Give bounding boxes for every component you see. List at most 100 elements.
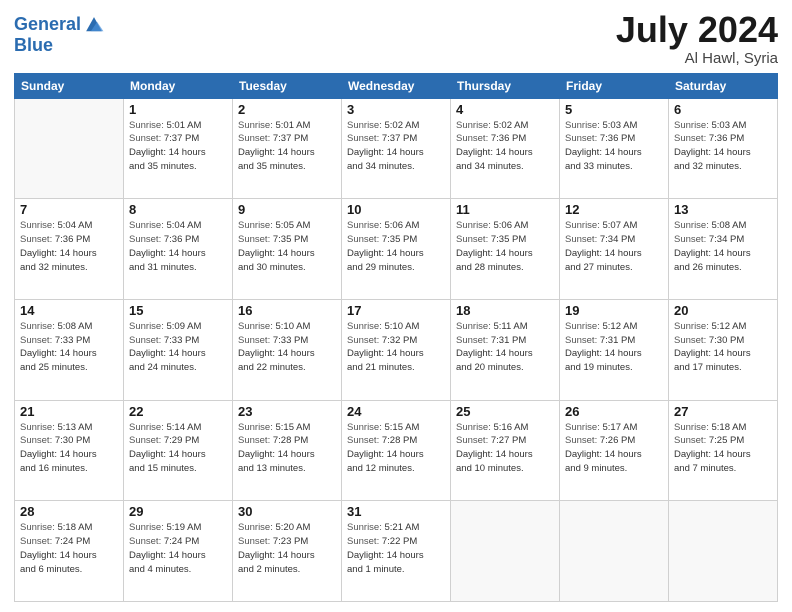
calendar-cell (669, 501, 778, 602)
day-info: Sunrise: 5:18 AMSunset: 7:24 PMDaylight:… (20, 521, 118, 576)
day-number: 31 (347, 504, 445, 519)
day-info: Sunrise: 5:01 AMSunset: 7:37 PMDaylight:… (129, 119, 227, 174)
day-info: Sunrise: 5:15 AMSunset: 7:28 PMDaylight:… (347, 421, 445, 476)
col-header-monday: Monday (124, 73, 233, 98)
calendar-table: SundayMondayTuesdayWednesdayThursdayFrid… (14, 73, 778, 602)
day-info: Sunrise: 5:08 AMSunset: 7:34 PMDaylight:… (674, 219, 772, 274)
day-number: 17 (347, 303, 445, 318)
calendar-cell: 17 Sunrise: 5:10 AMSunset: 7:32 PMDayligh… (342, 299, 451, 400)
calendar-header-row: SundayMondayTuesdayWednesdayThursdayFrid… (15, 73, 778, 98)
calendar-cell: 20Sunrise: 5:12 AMSunset: 7:30 PMDayligh… (669, 299, 778, 400)
day-info: Sunrise: 5:01 AMSunset: 7:37 PMDaylight:… (238, 119, 336, 174)
day-info: Sunrise: 5:02 AMSunset: 7:36 PMDaylight:… (456, 119, 554, 174)
day-info: Sunrise: 5:21 AMSunset: 7:22 PMDaylight:… (347, 521, 445, 576)
day-number: 16 (238, 303, 336, 318)
day-info: Sunrise: 5:07 AMSunset: 7:34 PMDaylight:… (565, 219, 663, 274)
logo-text: General (14, 15, 81, 35)
day-info: Sunrise: 5:15 AMSunset: 7:28 PMDaylight:… (238, 421, 336, 476)
day-info: Sunrise: 5:04 AMSunset: 7:36 PMDaylight:… (129, 219, 227, 274)
day-info: Sunrise: 5:12 AMSunset: 7:31 PMDaylight:… (565, 320, 663, 375)
day-number: 7 (20, 202, 118, 217)
day-number: 13 (674, 202, 772, 217)
day-info: Sunrise: 5:03 AMSunset: 7:36 PMDaylight:… (565, 119, 663, 174)
day-number: 8 (129, 202, 227, 217)
calendar-cell: 30 Sunrise: 5:20 AMSunset: 7:23 PMDayligh… (233, 501, 342, 602)
day-info: Sunrise: 5:11 AMSunset: 7:31 PMDaylight:… (456, 320, 554, 375)
calendar-cell: 28Sunrise: 5:18 AMSunset: 7:24 PMDayligh… (15, 501, 124, 602)
calendar-cell: 26Sunrise: 5:17 AMSunset: 7:26 PMDayligh… (560, 400, 669, 501)
col-header-wednesday: Wednesday (342, 73, 451, 98)
day-info: Sunrise: 5:18 AMSunset: 7:25 PMDaylight:… (674, 421, 772, 476)
day-info: Sunrise: 5:10 AMSunset: 7:32 PMDaylight:… (347, 320, 445, 375)
day-number: 4 (456, 102, 554, 117)
month-year: July 2024 (616, 10, 778, 50)
day-number: 24 (347, 404, 445, 419)
calendar-cell: 19 Sunrise: 5:12 AMSunset: 7:31 PMDayligh… (560, 299, 669, 400)
calendar-week-3: 14 Sunrise: 5:08 AMSunset: 7:33 PMDayligh… (15, 299, 778, 400)
day-number: 11 (456, 202, 554, 217)
calendar-cell: 13 Sunrise: 5:08 AMSunset: 7:34 PMDayligh… (669, 199, 778, 300)
calendar-cell: 27 Sunrise: 5:18 AMSunset: 7:25 PMDayligh… (669, 400, 778, 501)
day-info: Sunrise: 5:16 AMSunset: 7:27 PMDaylight:… (456, 421, 554, 476)
day-info: Sunrise: 5:17 AMSunset: 7:26 PMDaylight:… (565, 421, 663, 476)
day-info: Sunrise: 5:19 AMSunset: 7:24 PMDaylight:… (129, 521, 227, 576)
day-number: 9 (238, 202, 336, 217)
calendar-cell: 18 Sunrise: 5:11 AMSunset: 7:31 PMDayligh… (451, 299, 560, 400)
calendar-cell: 10Sunrise: 5:06 AMSunset: 7:35 PMDayligh… (342, 199, 451, 300)
calendar-cell: 11 Sunrise: 5:06 AMSunset: 7:35 PMDayligh… (451, 199, 560, 300)
day-number: 30 (238, 504, 336, 519)
calendar-cell: 4 Sunrise: 5:02 AMSunset: 7:36 PMDaylight… (451, 98, 560, 199)
day-number: 10 (347, 202, 445, 217)
day-info: Sunrise: 5:14 AMSunset: 7:29 PMDaylight:… (129, 421, 227, 476)
calendar-cell: 3 Sunrise: 5:02 AMSunset: 7:37 PMDaylight… (342, 98, 451, 199)
day-number: 20 (674, 303, 772, 318)
calendar-cell: 2 Sunrise: 5:01 AMSunset: 7:37 PMDaylight… (233, 98, 342, 199)
calendar-cell: 21 Sunrise: 5:13 AMSunset: 7:30 PMDayligh… (15, 400, 124, 501)
header: General Blue July 2024 Al Hawl, Syria (14, 10, 778, 67)
day-number: 21 (20, 404, 118, 419)
calendar-cell: 15Sunrise: 5:09 AMSunset: 7:33 PMDayligh… (124, 299, 233, 400)
col-header-saturday: Saturday (669, 73, 778, 98)
day-info: Sunrise: 5:03 AMSunset: 7:36 PMDaylight:… (674, 119, 772, 174)
logo: General Blue (14, 14, 105, 56)
title-block: July 2024 Al Hawl, Syria (616, 10, 778, 67)
calendar-cell: 8 Sunrise: 5:04 AMSunset: 7:36 PMDaylight… (124, 199, 233, 300)
day-number: 12 (565, 202, 663, 217)
calendar-cell: 16 Sunrise: 5:10 AMSunset: 7:33 PMDayligh… (233, 299, 342, 400)
calendar-cell: 29Sunrise: 5:19 AMSunset: 7:24 PMDayligh… (124, 501, 233, 602)
calendar-week-5: 28Sunrise: 5:18 AMSunset: 7:24 PMDayligh… (15, 501, 778, 602)
day-number: 5 (565, 102, 663, 117)
day-info: Sunrise: 5:06 AMSunset: 7:35 PMDaylight:… (456, 219, 554, 274)
calendar-cell: 5 Sunrise: 5:03 AMSunset: 7:36 PMDaylight… (560, 98, 669, 199)
day-number: 18 (456, 303, 554, 318)
logo-icon (83, 14, 105, 36)
calendar-week-2: 7 Sunrise: 5:04 AMSunset: 7:36 PMDaylight… (15, 199, 778, 300)
calendar-cell: 25 Sunrise: 5:16 AMSunset: 7:27 PMDayligh… (451, 400, 560, 501)
day-number: 27 (674, 404, 772, 419)
calendar-page: General Blue July 2024 Al Hawl, Syria Su… (0, 0, 792, 612)
day-number: 25 (456, 404, 554, 419)
day-info: Sunrise: 5:10 AMSunset: 7:33 PMDaylight:… (238, 320, 336, 375)
calendar-cell: 14 Sunrise: 5:08 AMSunset: 7:33 PMDayligh… (15, 299, 124, 400)
col-header-sunday: Sunday (15, 73, 124, 98)
day-number: 14 (20, 303, 118, 318)
calendar-cell: 23 Sunrise: 5:15 AMSunset: 7:28 PMDayligh… (233, 400, 342, 501)
day-number: 3 (347, 102, 445, 117)
calendar-cell (560, 501, 669, 602)
day-info: Sunrise: 5:04 AMSunset: 7:36 PMDaylight:… (20, 219, 118, 274)
day-info: Sunrise: 5:02 AMSunset: 7:37 PMDaylight:… (347, 119, 445, 174)
day-info: Sunrise: 5:13 AMSunset: 7:30 PMDaylight:… (20, 421, 118, 476)
day-info: Sunrise: 5:05 AMSunset: 7:35 PMDaylight:… (238, 219, 336, 274)
calendar-cell: 1Sunrise: 5:01 AMSunset: 7:37 PMDaylight… (124, 98, 233, 199)
calendar-week-4: 21 Sunrise: 5:13 AMSunset: 7:30 PMDayligh… (15, 400, 778, 501)
day-number: 19 (565, 303, 663, 318)
calendar-cell: 9 Sunrise: 5:05 AMSunset: 7:35 PMDaylight… (233, 199, 342, 300)
day-info: Sunrise: 5:20 AMSunset: 7:23 PMDaylight:… (238, 521, 336, 576)
day-number: 15 (129, 303, 227, 318)
day-info: Sunrise: 5:08 AMSunset: 7:33 PMDaylight:… (20, 320, 118, 375)
day-number: 6 (674, 102, 772, 117)
day-number: 2 (238, 102, 336, 117)
calendar-cell: 22Sunrise: 5:14 AMSunset: 7:29 PMDayligh… (124, 400, 233, 501)
day-number: 23 (238, 404, 336, 419)
calendar-cell: 6 Sunrise: 5:03 AMSunset: 7:36 PMDaylight… (669, 98, 778, 199)
